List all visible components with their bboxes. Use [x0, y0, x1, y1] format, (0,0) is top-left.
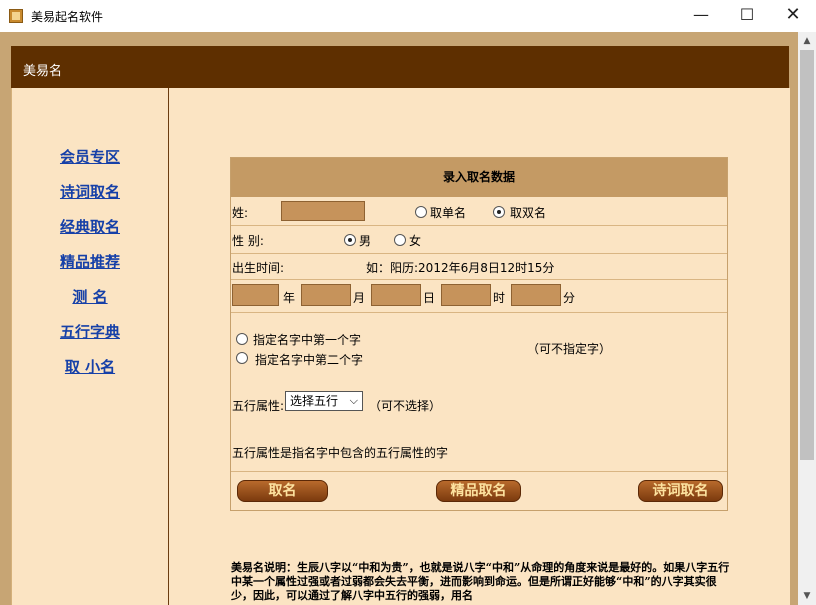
scroll-up-icon[interactable]: ▲ [798, 32, 816, 50]
header-title: 美易名 [23, 64, 63, 79]
month-input[interactable] [301, 284, 351, 306]
window-title: 美易起名软件 [31, 10, 104, 24]
maximize-button[interactable]: ☐ [724, 0, 770, 32]
specify-first-radio[interactable] [236, 333, 248, 345]
female-radio[interactable] [394, 234, 406, 246]
minute-input[interactable] [511, 284, 561, 306]
form-title: 录入取名数据 [231, 158, 727, 197]
birth-label: 出生时间: [232, 261, 285, 275]
wuxing-select[interactable]: 选择五行 ⌵ [285, 391, 363, 411]
hour-input[interactable] [441, 284, 491, 306]
shici-quming-button[interactable]: 诗词取名 [638, 480, 723, 502]
month-unit: 月 [353, 291, 366, 305]
double-name-label: 取双名 [510, 206, 547, 220]
sidebar: 会员专区 诗词取名 经典取名 精品推荐 测 名 五行字典 取 小名 [12, 88, 169, 605]
sidebar-item-classic-naming[interactable]: 经典取名 [12, 216, 168, 237]
day-input[interactable] [371, 284, 421, 306]
minimize-button[interactable]: — [678, 0, 724, 32]
specify-second-label: 指定名字中第二个字 [255, 353, 364, 367]
birth-input-row: 年 月 日 时 分 [231, 280, 727, 313]
scroll-thumb[interactable] [800, 50, 814, 460]
specify-first-label: 指定名字中第一个字 [253, 333, 362, 347]
description-text: 美易名说明：生辰八字以“中和为贵”，也就是说八字“中和”从命理的角度来说是最好的… [231, 561, 730, 602]
header-bar: 美易名 [11, 46, 789, 88]
year-input[interactable] [232, 284, 279, 306]
window-titlebar: 美易起名软件 — ☐ ✕ [0, 0, 816, 33]
hour-unit: 时 [493, 291, 506, 305]
sidebar-item-wuxing-dict[interactable]: 五行字典 [12, 321, 168, 342]
specify-second-radio[interactable] [236, 352, 248, 364]
male-radio[interactable] [344, 234, 356, 246]
button-divider [231, 470, 727, 472]
sidebar-item-nickname[interactable]: 取 小名 [12, 356, 168, 377]
quming-button[interactable]: 取名 [237, 480, 328, 502]
wuxing-select-value: 选择五行 [290, 394, 339, 408]
close-button[interactable]: ✕ [770, 0, 816, 32]
surname-row: 姓: 取单名 取双名 [231, 198, 727, 226]
surname-input[interactable] [281, 201, 365, 221]
year-unit: 年 [283, 291, 296, 305]
male-label: 男 [359, 234, 372, 248]
gender-label: 性 别: [232, 234, 264, 248]
sidebar-item-test-name[interactable]: 测 名 [12, 286, 168, 307]
minute-unit: 分 [563, 291, 576, 305]
naming-form: 录入取名数据 姓: 取单名 取双名 性 别: 男 女 出生时间: 如：阳历:20… [230, 157, 728, 511]
wuxing-label: 五行属性: [232, 399, 285, 413]
day-unit: 日 [423, 291, 436, 305]
sidebar-item-premium[interactable]: 精品推荐 [12, 251, 168, 272]
female-label: 女 [409, 234, 422, 248]
chevron-down-icon: ⌵ [349, 394, 358, 407]
single-name-radio[interactable] [415, 206, 427, 218]
app-icon [9, 9, 23, 23]
vertical-scrollbar[interactable]: ▲ ▼ [798, 32, 816, 605]
double-name-radio[interactable] [493, 206, 505, 218]
birth-row: 出生时间: 如：阳历:2012年6月8日12时15分 [231, 254, 727, 280]
wuxing-explain: 五行属性是指名字中包含的五行属性的字 [232, 446, 449, 460]
wuxing-note: （可不选择） [369, 399, 442, 413]
specify-note: （可不指定字） [527, 342, 612, 356]
sidebar-item-member-zone[interactable]: 会员专区 [12, 146, 168, 167]
single-name-label: 取单名 [430, 206, 467, 220]
jingpin-quming-button[interactable]: 精品取名 [436, 480, 521, 502]
sidebar-item-poetry-naming[interactable]: 诗词取名 [12, 181, 168, 202]
birth-example: 如：阳历:2012年6月8日12时15分 [366, 261, 555, 275]
scroll-down-icon[interactable]: ▼ [798, 587, 816, 605]
surname-label: 姓: [232, 206, 249, 220]
gender-row: 性 别: 男 女 [231, 226, 727, 254]
